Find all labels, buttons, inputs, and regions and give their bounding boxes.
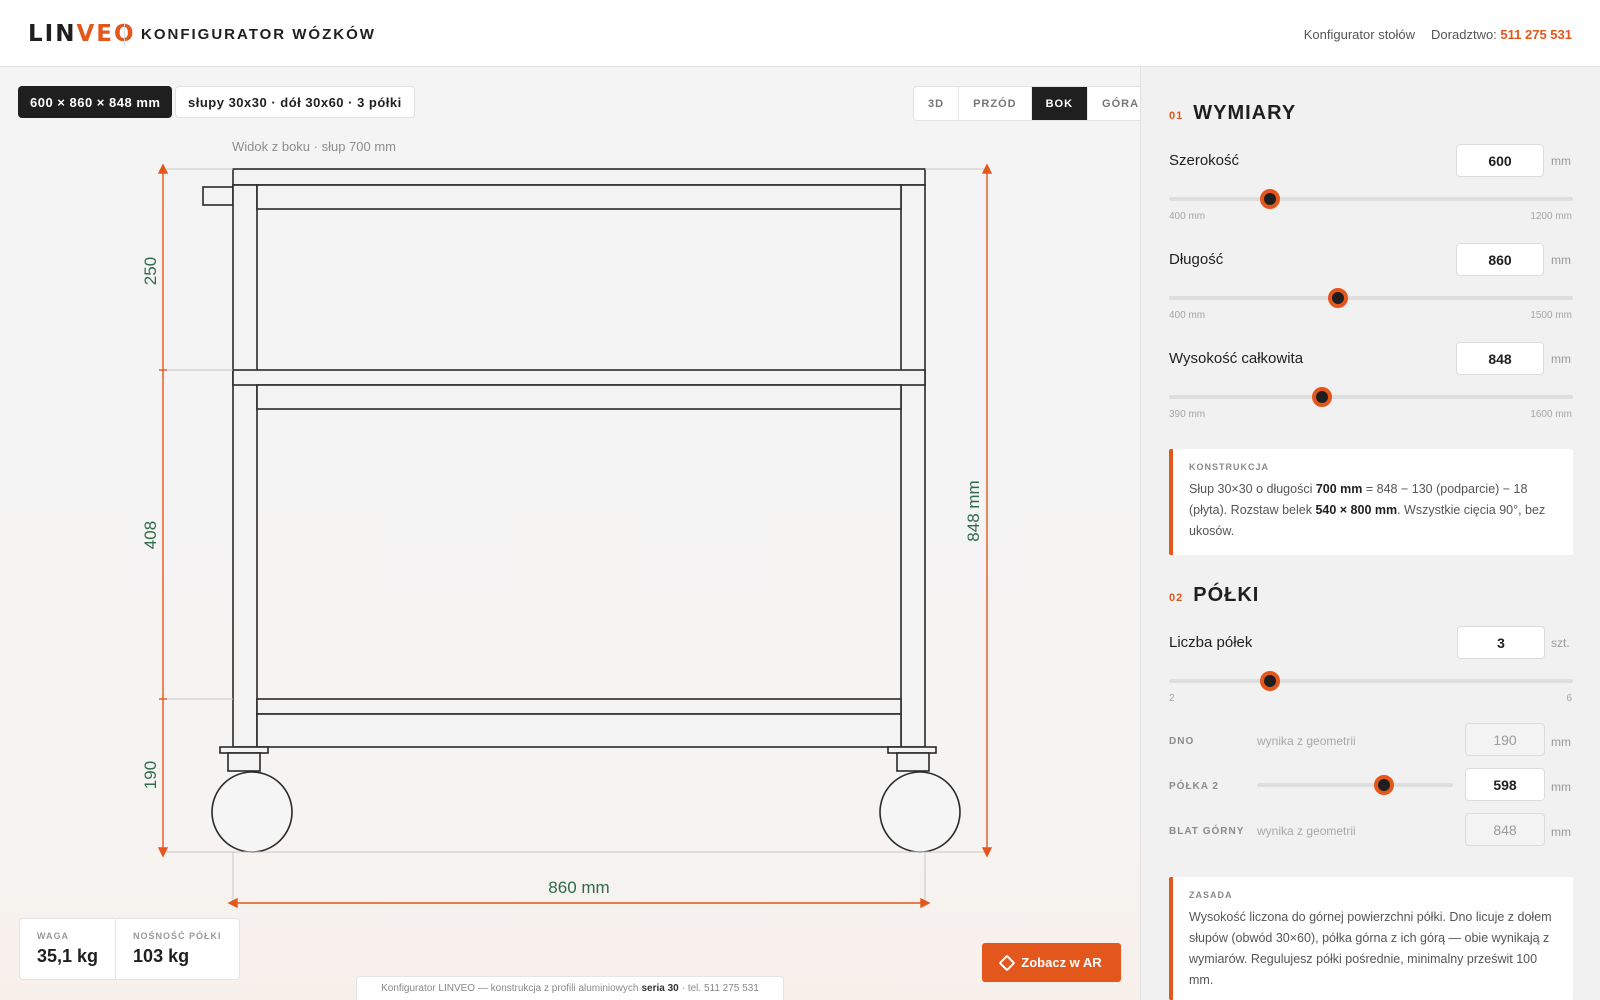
shelf2-height-input[interactable]: 598 <box>1465 768 1545 801</box>
capacity-stat: NOŚNOŚĆ PÓŁKI 103 kg <box>133 931 222 966</box>
header-links: Konfigurator stołów Doradztwo: 511 275 5… <box>1304 27 1572 42</box>
row-bottom-hint: wynika z geometrii <box>1257 734 1356 748</box>
caster-fork-left <box>227 752 261 772</box>
width-input[interactable]: 600 <box>1456 144 1544 177</box>
wheel-left <box>211 771 293 853</box>
phone-number: 511 275 531 <box>1500 27 1572 42</box>
width-slider-handle[interactable] <box>1260 189 1280 209</box>
shelf-count-slider-handle[interactable] <box>1260 671 1280 691</box>
view-in-ar-button[interactable]: Zobacz w AR <box>982 943 1121 982</box>
rule-note: ZASADA Wysokość liczona do górnej powier… <box>1169 877 1573 1000</box>
dim-label-total-height: 848 mm <box>964 480 983 541</box>
length-slider[interactable] <box>1169 288 1573 308</box>
advice-contact[interactable]: Doradztwo: 511 275 531 <box>1431 27 1572 42</box>
caster-fork-right <box>896 752 930 772</box>
middle-plate <box>232 369 926 386</box>
stats-panel: WAGA 35,1 kg NOŚNOŚĆ PÓŁKI 103 kg <box>19 918 240 980</box>
shelf2-slider-handle[interactable] <box>1374 775 1395 795</box>
bottom-plate <box>256 698 902 715</box>
row-bottom-label: DNO <box>1169 736 1195 747</box>
post-left <box>232 184 258 748</box>
length-input[interactable]: 860 <box>1456 243 1544 276</box>
cube-icon <box>998 954 1016 971</box>
capacity-value: 103 kg <box>133 946 190 966</box>
post-right <box>900 184 926 748</box>
height-slider-handle[interactable] <box>1312 387 1333 407</box>
dim-label-top-gap: 250 <box>141 257 160 285</box>
row-top-label: BLAT GÓRNY <box>1169 826 1245 837</box>
page-title: KONFIGURATOR WÓZKÓW <box>141 26 376 43</box>
width-slider[interactable] <box>1169 189 1573 209</box>
section-title: WYMIARY <box>1193 102 1297 124</box>
shelf2-slider[interactable] <box>1257 775 1453 795</box>
bottom-shelf-height-input: 190 <box>1465 723 1545 756</box>
height-input[interactable]: 848 <box>1456 342 1544 375</box>
middle-beam <box>256 384 902 410</box>
top-shelf-height-input: 848 <box>1465 813 1545 846</box>
wheel-right <box>879 771 961 853</box>
caster-plate-right <box>887 746 937 754</box>
dim-label-middle-gap: 408 <box>141 521 160 549</box>
shelf-count-input[interactable]: 3 <box>1457 626 1545 659</box>
height-slider[interactable] <box>1169 387 1573 407</box>
construction-note: KONSTRUKCJA Słup 30×30 o długości 700 mm… <box>1169 449 1573 555</box>
cart-side-drawing: 250 408 190 848 mm 860 mm <box>141 163 993 909</box>
section-dimensions-header: 01 WYMIARY <box>1169 102 1297 124</box>
caster-plate-left <box>219 746 269 754</box>
row-top-hint: wynika z geometrii <box>1257 824 1356 838</box>
section-title: PÓŁKI <box>1193 584 1260 606</box>
weight-value: 35,1 kg <box>37 946 99 966</box>
handle-bar <box>202 186 234 206</box>
dim-label-length: 860 mm <box>548 878 609 897</box>
footer-note: Konfigurator LINVEO — konstrukcja z prof… <box>356 976 784 1000</box>
top-beam <box>256 184 902 210</box>
shelf-count-label: Liczba półek <box>1169 634 1253 651</box>
top-plate <box>232 168 926 186</box>
shelf-count-slider[interactable] <box>1169 671 1573 691</box>
section-shelves-header: 02 PÓŁKI <box>1169 584 1260 606</box>
length-label: Długość <box>1169 251 1224 268</box>
weight-stat: WAGA 35,1 kg <box>20 919 117 979</box>
dim-label-bottom-gap: 190 <box>141 761 160 789</box>
width-label: Szerokość <box>1169 152 1240 169</box>
tables-configurator-link[interactable]: Konfigurator stołów <box>1304 27 1415 42</box>
row-shelf2-label: PÓŁKA 2 <box>1169 781 1219 792</box>
config-sidebar: 01 WYMIARY Szerokość 600 mm 400 mm 1200 … <box>1140 67 1600 1000</box>
bottom-beam <box>256 713 902 748</box>
length-slider-handle[interactable] <box>1327 288 1348 308</box>
header-divider <box>124 24 125 46</box>
app-header: LINVEO KONFIGURATOR WÓZKÓW Konfigurator … <box>0 0 1600 67</box>
height-label: Wysokość całkowita <box>1169 350 1304 367</box>
linveo-logo[interactable]: LINVEO <box>28 21 136 47</box>
